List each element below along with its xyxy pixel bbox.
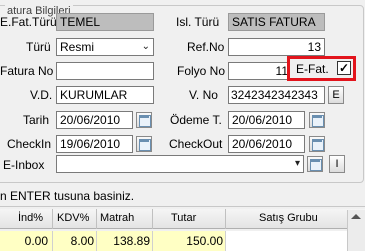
checkin-label: CheckIn (7, 137, 52, 151)
turu-select[interactable]: Resmi ⌄ (56, 38, 154, 56)
einbox-select[interactable]: ▾ (56, 155, 304, 173)
checkin-field[interactable]: 19/06/2010 (56, 135, 133, 153)
grid-header: İnd% KDV% Matrah Tutar Satış Grubu (0, 209, 365, 229)
cell-kdv[interactable]: 8.00 (53, 234, 94, 248)
col-header-kdv[interactable]: KDV% (57, 212, 89, 224)
vno-label: V. No (189, 88, 218, 102)
efat-turu-label: E.Fat.Türü (0, 15, 57, 29)
col-header-satis-grubu[interactable]: Satış Grubu (259, 212, 318, 224)
isl-turu-field[interactable]: SATIS FATURA (228, 13, 325, 31)
calendar-icon[interactable] (136, 136, 152, 152)
col-header-tutar[interactable]: Tutar (171, 212, 196, 224)
efat-highlight-box: E-Fat. ✓ (287, 56, 356, 81)
vd-label: V.D. (30, 88, 53, 102)
col-header-ind[interactable]: İnd% (18, 212, 43, 224)
calendar-icon[interactable] (136, 112, 152, 128)
cell-ind[interactable]: 0.00 (0, 234, 48, 248)
folyo-no-field[interactable]: 11 (228, 62, 292, 80)
checkout-field[interactable]: 20/06/2010 (228, 135, 305, 153)
vertical-scrollbar[interactable] (347, 210, 365, 251)
fatura-no-field[interactable] (56, 62, 154, 80)
odeme-label: Ödeme T. (170, 113, 222, 127)
checkout-label: CheckOut (169, 137, 223, 151)
calendar-icon[interactable] (309, 112, 325, 128)
vno-field[interactable]: 3242342342343 (228, 86, 325, 104)
search-list-icon[interactable] (307, 156, 323, 172)
efat-label: E-Fat. (296, 62, 329, 76)
einbox-i-button[interactable]: I (329, 155, 345, 173)
folyo-no-label: Folyo No (177, 64, 226, 78)
status-text: n ENTER tusuna basiniz. (0, 189, 135, 203)
tarih-label: Tarih (23, 113, 50, 127)
chevron-down-icon[interactable]: ⌄ (142, 39, 150, 55)
fatura-no-label: Fatura No (0, 64, 54, 78)
divider (0, 206, 365, 207)
vd-field[interactable]: KURUMLAR (56, 86, 154, 104)
ref-no-label: Ref.No (187, 40, 225, 54)
chevron-down-icon[interactable]: ▾ (295, 156, 300, 172)
cell-matrah[interactable]: 138.89 (97, 234, 150, 248)
ref-no-field[interactable]: 13 (228, 38, 325, 56)
calendar-icon[interactable] (309, 136, 325, 152)
einbox-label: E-Inbox (3, 158, 45, 172)
turu-value: Resmi (60, 40, 95, 54)
isl-turu-label: Isl. Türü (176, 15, 220, 29)
col-header-matrah[interactable]: Matrah (100, 212, 134, 224)
odeme-field[interactable]: 20/06/2010 (228, 111, 305, 129)
table-row[interactable]: 0.00 8.00 138.89 150.00 (0, 231, 365, 251)
cell-tutar[interactable]: 150.00 (153, 234, 223, 248)
arrow-up-icon[interactable] (351, 214, 361, 219)
efat-checkbox[interactable]: ✓ (337, 61, 351, 75)
tarih-field[interactable]: 20/06/2010 (56, 111, 133, 129)
vno-e-button[interactable]: E (328, 86, 344, 104)
turu-label: Türü (26, 40, 51, 54)
efat-turu-field[interactable]: TEMEL (56, 13, 154, 31)
